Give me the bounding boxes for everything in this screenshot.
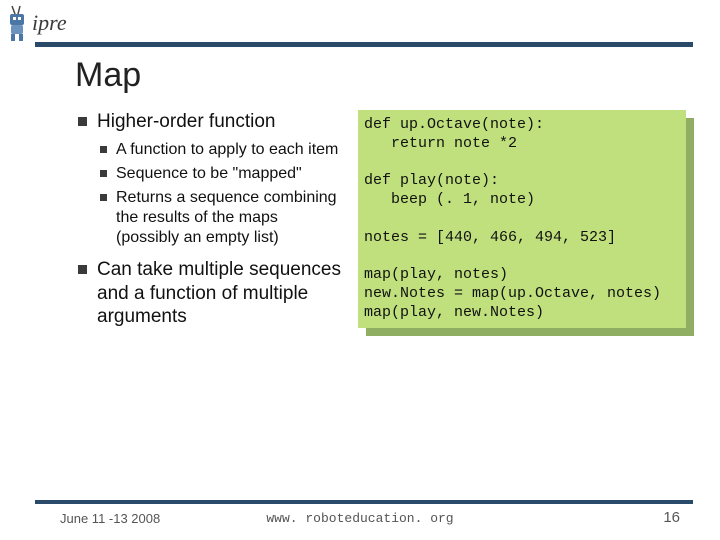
logo: ipre (6, 4, 67, 42)
logo-text: ipre (32, 10, 67, 36)
robot-icon (6, 4, 30, 42)
sub-bullet-text: Returns a sequence combining the results… (116, 188, 348, 248)
footer-url: www. roboteducation. org (0, 511, 720, 526)
bullet-square-icon (78, 117, 87, 126)
page-number: 16 (663, 509, 680, 526)
bottom-divider (35, 500, 693, 504)
sub-bullet-list: A function to apply to each item Sequenc… (100, 140, 348, 248)
bullet-item: Higher-order function (78, 110, 348, 134)
bullet-column: Higher-order function A function to appl… (78, 110, 348, 333)
bullet-square-icon (100, 170, 107, 177)
bullet-text: Higher-order function (97, 110, 275, 134)
sub-bullet-item: Returns a sequence combining the results… (100, 188, 348, 248)
bullet-square-icon (78, 265, 87, 274)
code-column: def up.Octave(note): return note *2 def … (358, 110, 678, 333)
top-divider (35, 42, 693, 47)
content-area: Higher-order function A function to appl… (78, 110, 678, 333)
sub-bullet-item: A function to apply to each item (100, 140, 348, 160)
bullet-text: Can take multiple sequences and a functi… (97, 258, 348, 329)
sub-bullet-text: A function to apply to each item (116, 140, 338, 160)
code-block: def up.Octave(note): return note *2 def … (358, 110, 694, 328)
bullet-square-icon (100, 194, 107, 201)
bullet-square-icon (100, 146, 107, 153)
code-content: def up.Octave(note): return note *2 def … (358, 110, 686, 328)
sub-bullet-item: Sequence to be "mapped" (100, 164, 348, 184)
slide-title: Map (75, 56, 141, 95)
bullet-item: Can take multiple sequences and a functi… (78, 258, 348, 329)
sub-bullet-text: Sequence to be "mapped" (116, 164, 302, 184)
